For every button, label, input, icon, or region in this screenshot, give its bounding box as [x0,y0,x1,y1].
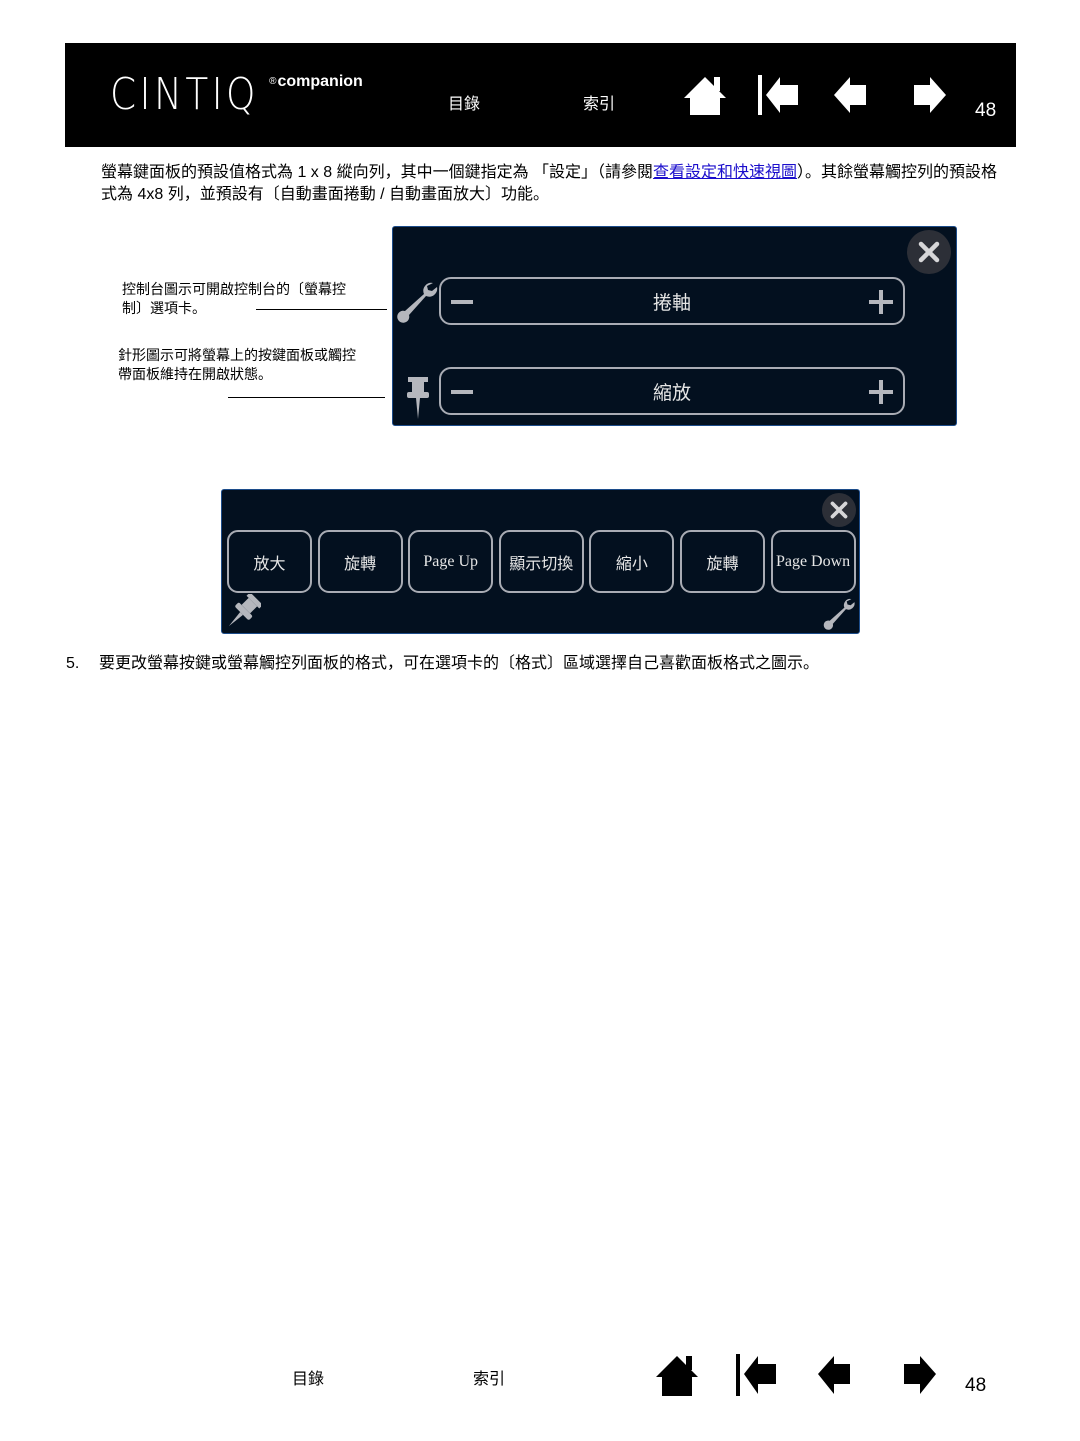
close-button[interactable] [822,493,856,527]
pin-icon[interactable] [405,375,431,421]
cintiq-companion-logo: CINTIQ ® companion [110,73,363,117]
key-zoom-in[interactable]: 放大 [227,530,312,593]
strip-row-label: 捲軸 [652,292,691,314]
strip-row-scroll: 捲軸 [439,277,905,325]
next-page-icon[interactable] [904,73,950,119]
step-5: 5. 要更改螢幕按鍵或螢幕觸控列面板的格式，可在選項卡的〔格式〕區域選擇自己喜歡面… [66,649,819,673]
strip-row-label: 縮放 [652,382,691,404]
footer-index-link[interactable]: 索引 [473,1365,505,1389]
strip-row-zoom: 縮放 [439,367,905,415]
close-button[interactable] [907,230,951,274]
key-rotate[interactable]: 旋轉 [317,530,403,593]
key-rotate[interactable]: 旋轉 [679,530,765,593]
wrench-icon[interactable] [395,279,439,323]
first-page-icon[interactable] [734,1352,780,1398]
step-text: 要更改螢幕按鍵或螢幕觸控列面板的格式，可在選項卡的〔格式〕區域選擇自己喜歡面板格… [99,655,820,672]
logo-sub-text: companion [277,73,363,90]
key-display-toggle[interactable]: 顯示切換 [498,530,584,593]
previous-page-icon[interactable] [814,1352,860,1398]
header-bar: CINTIQ ® companion 目錄 索引 48 [65,43,1016,147]
header-nav [682,73,978,119]
key-page-down[interactable]: Page Down [770,530,856,593]
previous-page-icon[interactable] [830,73,876,119]
index-link[interactable]: 索引 [583,90,615,114]
key-row: 放大 旋轉 Page Up 顯示切換 縮小 旋轉 Page Down [227,530,861,593]
footer-toc-link[interactable]: 目錄 [292,1365,324,1389]
zoom-increase-button[interactable] [867,377,897,407]
page-number: 48 [975,100,997,121]
callout-pin-icon: 針形圖示可將螢幕上的按鍵面板或觸控帶面板維持在開啟狀態。 [118,347,356,382]
scroll-increase-button[interactable] [867,287,897,317]
close-icon [830,501,848,519]
intro-paragraph: 螢幕鍵面板的預設值格式為 1 x 8 縱向列，其中一個鍵指定為 「設定」（請參閱… [101,162,1011,206]
logo-main-text: CINTIQ [110,69,259,120]
callout-leader-line [256,309,387,310]
home-icon[interactable] [682,73,728,119]
key-zoom-out[interactable]: 縮小 [589,530,675,593]
first-page-icon[interactable] [756,73,802,119]
step-number: 5. [66,655,80,672]
registered-mark: ® [269,76,277,87]
footer-nav [654,1352,974,1398]
home-icon[interactable] [654,1352,700,1398]
settings-quick-view-link[interactable]: 查看設定和快速視圖 [653,164,797,181]
footer-page-number: 48 [965,1375,987,1396]
next-page-icon[interactable] [894,1352,940,1398]
callout-leader-line [228,397,385,398]
touch-strip-panel: 捲軸 縮放 [392,226,957,426]
pin-icon[interactable] [225,594,261,630]
close-icon [918,241,940,263]
wrench-icon[interactable] [822,596,856,630]
intro-text-before: 螢幕鍵面板的預設值格式為 1 x 8 縱向列，其中一個鍵指定為 「設定」（請參閱 [101,164,654,181]
express-keys-panel: 放大 旋轉 Page Up 顯示切換 縮小 旋轉 Page Down [221,489,860,634]
callout-settings-icon: 控制台圖示可開啟控制台的〔螢幕控制〕選項卡。 [122,281,346,316]
key-page-up[interactable]: Page Up [408,530,494,593]
toc-link[interactable]: 目錄 [448,90,480,114]
